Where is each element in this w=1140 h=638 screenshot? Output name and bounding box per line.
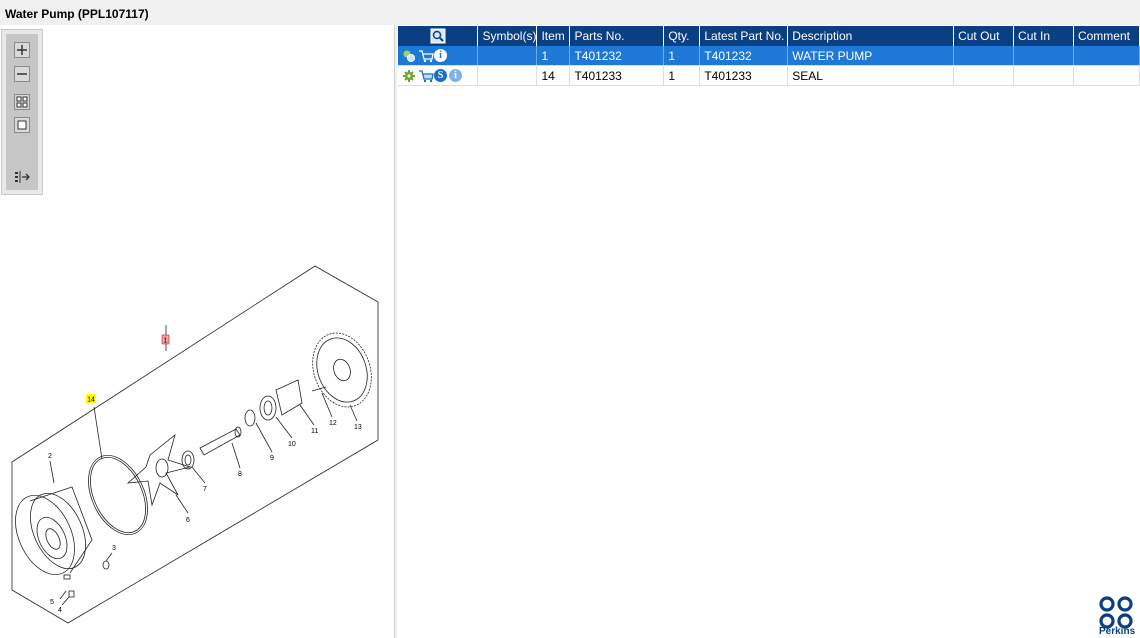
callout-6[interactable]: 6	[186, 517, 190, 524]
drain-plug[interactable]	[68, 590, 75, 598]
row-description: SEAL	[787, 65, 955, 86]
list-arrow-icon	[15, 171, 30, 183]
plus-icon	[17, 45, 27, 55]
gasket-plate[interactable]	[275, 379, 303, 416]
grid-icon	[16, 96, 28, 108]
row-comment	[1073, 46, 1140, 66]
minus-icon	[17, 73, 27, 75]
row-latest-part-no: T401233	[699, 65, 789, 86]
row-latest-part-no: T401232	[699, 46, 789, 66]
row-cut-out	[953, 46, 1015, 66]
callout-10[interactable]: 10	[288, 441, 296, 448]
assembly-outline	[11, 265, 379, 624]
cart-icon[interactable]	[418, 69, 434, 83]
row-qty: 1	[663, 65, 701, 86]
row-cut-out	[953, 65, 1015, 86]
qty-column-header[interactable]: Qty.	[663, 26, 701, 46]
assembly-gear-icon[interactable]	[402, 49, 416, 63]
callout-11[interactable]: 11	[311, 428, 318, 435]
row-comment	[1073, 65, 1140, 86]
row-symbols	[477, 65, 538, 86]
row-cut-in	[1013, 46, 1074, 66]
bearing-housing[interactable]	[259, 395, 277, 421]
shaft-seal[interactable]	[244, 409, 256, 427]
table-row[interactable]: S i 14 T401233 1 T401233 SEAL	[398, 65, 1140, 86]
latest-part-no-column-header[interactable]: Latest Part No.	[699, 26, 789, 46]
table-row[interactable]: i 1 T401232 1 T401232 WATER PUMP	[398, 46, 1140, 66]
window-title-bar: Water Pump (PPL107117)	[0, 0, 1140, 25]
row-item: 1	[536, 46, 571, 66]
zoom-out-button[interactable]	[14, 66, 30, 82]
table-search-icon	[430, 28, 446, 44]
parts-list-pane: Symbol(s) Item Parts No. Qty. Latest Par…	[397, 25, 1140, 638]
plug[interactable]	[102, 560, 110, 570]
row-parts-no: T401233	[569, 65, 665, 86]
service-icon[interactable]: S	[434, 69, 447, 82]
cut-out-column-header[interactable]: Cut Out	[953, 26, 1015, 46]
zoom-in-button[interactable]	[14, 42, 30, 58]
callout-4[interactable]: 4	[58, 607, 62, 614]
actions-column-header[interactable]	[398, 26, 479, 46]
cut-in-column-header[interactable]: Cut In	[1013, 26, 1074, 46]
drive-gear[interactable]	[303, 325, 382, 416]
brand-name: Perkins	[1099, 626, 1136, 637]
callout-5[interactable]: 5	[50, 599, 54, 606]
impeller[interactable]	[126, 433, 192, 507]
fit-window-button[interactable]	[14, 117, 30, 133]
row-symbols	[477, 46, 538, 66]
symbols-column-header[interactable]: Symbol(s)	[477, 26, 538, 46]
row-actions: S i	[398, 65, 479, 86]
callout-12[interactable]: 12	[329, 420, 337, 427]
callout-1[interactable]: 1	[164, 338, 168, 345]
row-actions: i	[398, 46, 479, 66]
callout-9[interactable]: 9	[270, 455, 274, 462]
callout-7[interactable]: 7	[203, 486, 207, 493]
fit-all-button[interactable]	[14, 94, 30, 110]
window-title: Water Pump (PPL107117)	[5, 7, 149, 21]
exploded-parts-diagram[interactable]: 1 14 2 3 4 5 6 7 8 9 10 11 12 13	[0, 255, 394, 638]
callout-13[interactable]: 13	[354, 424, 362, 431]
gear-icon[interactable]	[402, 69, 416, 83]
comment-column-header[interactable]: Comment	[1073, 26, 1140, 46]
info-icon[interactable]: i	[449, 69, 462, 82]
parts-no-column-header[interactable]: Parts No.	[569, 26, 665, 46]
toggle-list-button[interactable]	[14, 170, 30, 186]
pump-housing[interactable]	[4, 485, 97, 584]
table-header-row: Symbol(s) Item Parts No. Qty. Latest Par…	[398, 26, 1140, 46]
viewer-toolbar	[1, 29, 43, 195]
row-description: WATER PUMP	[787, 46, 955, 66]
callout-2[interactable]: 2	[48, 453, 52, 460]
cart-icon[interactable]	[418, 49, 434, 63]
o-ring-seal[interactable]	[77, 446, 160, 544]
parts-table: Symbol(s) Item Parts No. Qty. Latest Par…	[398, 26, 1140, 86]
square-icon	[17, 120, 27, 130]
row-parts-no: T401232	[569, 46, 665, 66]
callout-3[interactable]: 3	[112, 545, 116, 552]
row-cut-in	[1013, 65, 1074, 86]
viewer-toolbar-panel	[6, 34, 38, 190]
row-item: 14	[536, 65, 571, 86]
info-icon[interactable]: i	[434, 49, 447, 62]
row-qty: 1	[663, 46, 701, 66]
callout-8[interactable]: 8	[238, 471, 242, 478]
description-column-header[interactable]: Description	[787, 26, 955, 46]
item-column-header[interactable]: Item	[536, 26, 571, 46]
diagram-pane[interactable]: 1 14 2 3 4 5 6 7 8 9 10 11 12 13	[0, 25, 395, 638]
callout-14[interactable]: 14	[87, 397, 95, 404]
